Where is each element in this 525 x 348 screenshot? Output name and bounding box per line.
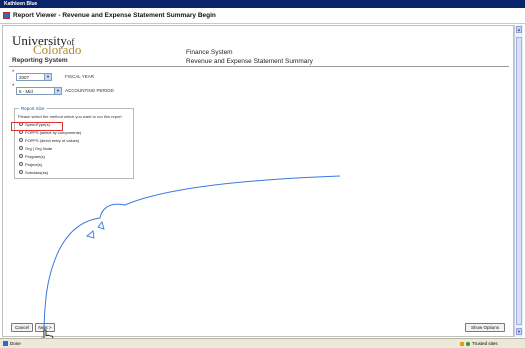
ie-page-icon (3, 341, 8, 346)
gesture-path (43, 175, 341, 339)
trusted-sites-icon (466, 341, 470, 346)
zone-text: Trusted sites (472, 341, 498, 346)
security-zone: Trusted sites (460, 339, 498, 348)
gesture-arrowhead-icon (97, 221, 105, 230)
status-done: Done (3, 339, 21, 348)
lock-icon (460, 341, 464, 346)
status-done-text: Done (10, 341, 21, 346)
gesture-overlay (41, 175, 341, 347)
gesture-arrowhead-icon (86, 230, 95, 239)
status-bar: Done Trusted sites (0, 338, 525, 348)
